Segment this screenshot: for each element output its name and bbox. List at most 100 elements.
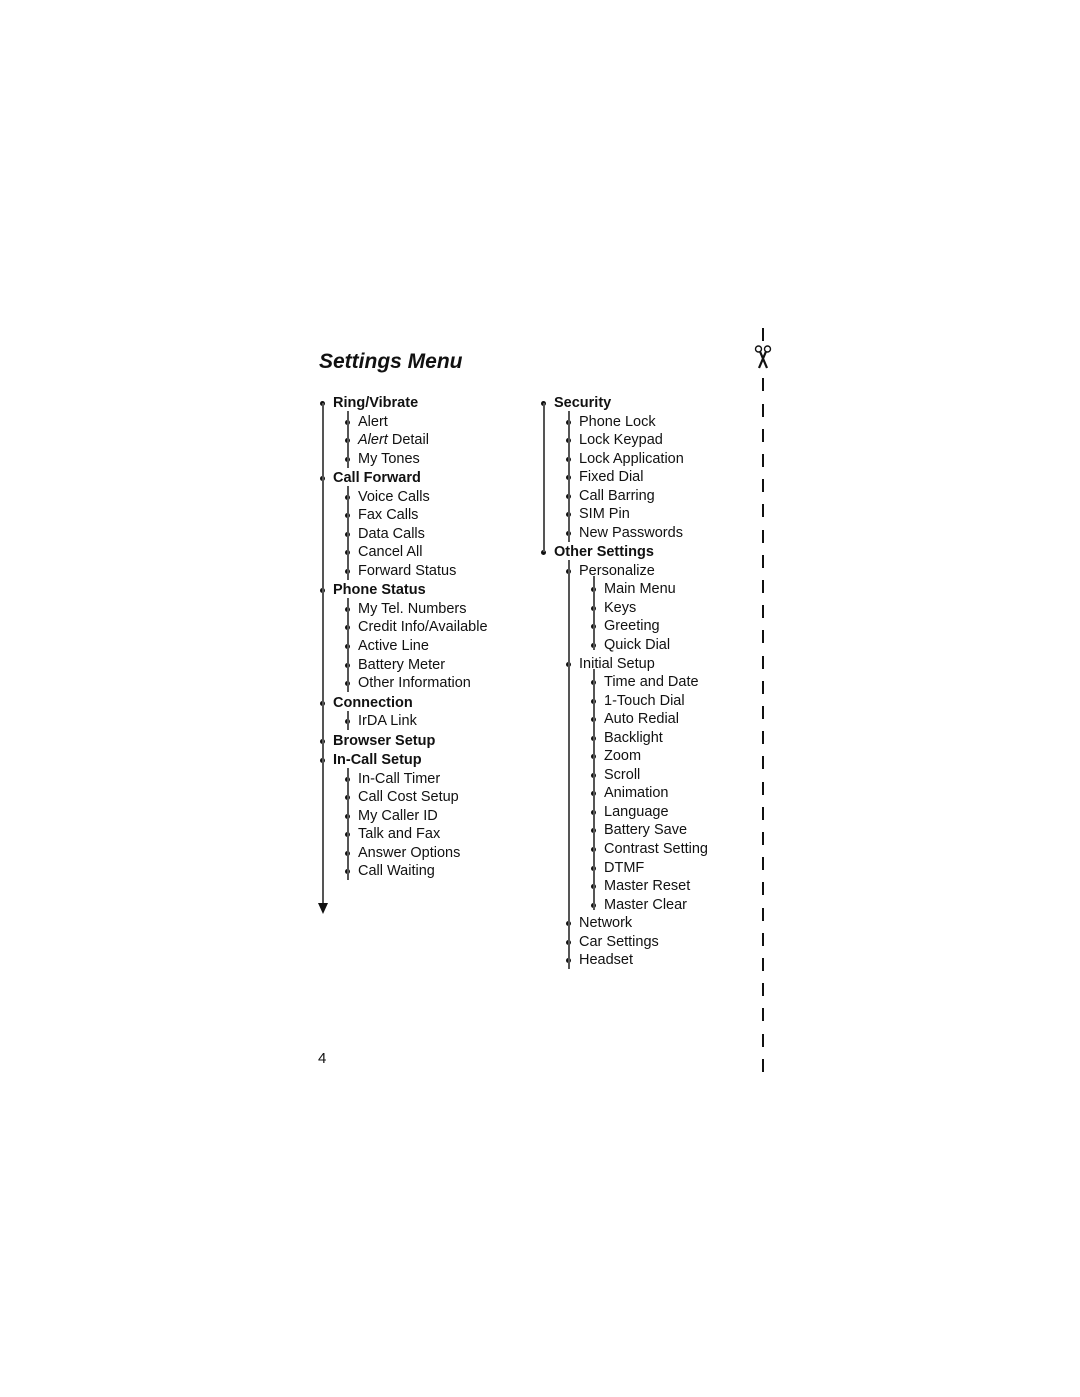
- menu-item-label: Quick Dial: [604, 637, 671, 654]
- menu-item-label: Answer Options: [358, 844, 461, 861]
- right-menu-column: Security Phone Lock Lock Keypad Lock Applic…: [538, 393, 708, 970]
- menu-item-label: DTMF: [604, 859, 645, 876]
- scissors-icon: [754, 345, 772, 369]
- menu-item-label: Lock Keypad: [579, 432, 663, 449]
- menu-connector-line: [568, 411, 570, 542]
- menu-item-label: Ring/Vibrate: [333, 395, 419, 411]
- submenu-item: Master Clear: [538, 896, 708, 915]
- menu-category: Other Settings: [538, 542, 708, 562]
- cut-line-dash: [762, 454, 764, 467]
- submenu-item: Animation: [538, 784, 708, 803]
- menu-item: Lock Keypad: [538, 431, 708, 450]
- menu-item-label: Time and Date: [604, 674, 699, 691]
- menu-item-label: IrDA Link: [358, 713, 417, 730]
- menu-item: My Tel. Numbers: [317, 600, 488, 619]
- menu-item-label: Cancel All: [358, 544, 423, 561]
- menu-item-label: Other Information: [358, 675, 471, 692]
- menu-item-label: Call Cost Setup: [358, 789, 459, 806]
- cut-line-dash: [762, 554, 764, 568]
- menu-item-label: New Passwords: [579, 524, 683, 541]
- menu-category: Security: [538, 393, 708, 413]
- submenu-item: Quick Dial: [538, 636, 708, 655]
- menu-item: Call Barring: [538, 487, 708, 506]
- cut-line-dash: [762, 655, 764, 669]
- menu-item-label: Voice Calls: [358, 488, 430, 505]
- menu-item: Cancel All: [317, 543, 488, 562]
- menu-item-label: Phone Lock: [579, 413, 656, 430]
- menu-tree-left: Ring/Vibrate Alert Alert Detail My Tones Cal…: [317, 393, 488, 914]
- submenu-item: Contrast Setting: [538, 840, 708, 859]
- cut-line-dash: [762, 504, 764, 518]
- menu-item-label: Call Waiting: [358, 863, 435, 880]
- page-title: Settings Menu: [319, 350, 463, 373]
- submenu-item: Battery Save: [538, 821, 708, 840]
- submenu-item: Main Menu: [538, 580, 708, 599]
- menu-category: In-Call Setup: [317, 750, 488, 770]
- menu-item-label-italic: Alert: [358, 432, 388, 449]
- menu-item: Forward Status: [317, 562, 488, 581]
- menu-item: IrDA Link: [317, 712, 488, 731]
- menu-connector-line: [347, 768, 349, 880]
- category-connector-line: [322, 403, 324, 903]
- menu-item-label: Lock Application: [579, 450, 684, 467]
- menu-item: Call Cost Setup: [317, 788, 488, 807]
- cut-line-dash: [762, 1008, 764, 1022]
- cut-line-dash: [762, 907, 764, 921]
- cut-line-dash: [762, 932, 764, 946]
- menu-connector-line: [347, 598, 349, 692]
- cut-line-dash: [762, 630, 764, 644]
- left-menu-column: Ring/Vibrate Alert Alert Detail My Tones Cal…: [317, 393, 488, 914]
- menu-item: Voice Calls: [317, 488, 488, 507]
- submenu-item: 1-Touch Dial: [538, 692, 708, 711]
- submenu-item: Auto Redial: [538, 710, 708, 729]
- menu-item: Data Calls: [317, 525, 488, 544]
- menu-item: Battery Meter: [317, 656, 488, 675]
- menu-item-label: Fixed Dial: [579, 469, 644, 486]
- cut-line-dash: [762, 706, 764, 719]
- cut-line-dash: [762, 731, 764, 745]
- category-connector-line: [543, 403, 545, 552]
- menu-item-label: Personalize: [579, 562, 655, 579]
- page-number: 4: [318, 1050, 327, 1067]
- menu-item-label: Greeting: [604, 618, 660, 635]
- menu-item-label: Initial Setup: [579, 655, 655, 672]
- menu-item-label: Call Forward: [333, 470, 421, 487]
- menu-item: Talk and Fax: [317, 825, 488, 844]
- menu-category: Ring/Vibrate: [317, 393, 488, 413]
- submenu-connector-line: [593, 669, 595, 910]
- cut-line-dash: [762, 781, 764, 795]
- menu-item-label: Contrast Setting: [604, 841, 708, 858]
- menu-item-label: Zoom: [604, 748, 642, 765]
- menu-item: My Caller ID: [317, 807, 488, 826]
- arrow-down-icon: [318, 903, 328, 914]
- menu-item: Network: [538, 914, 708, 933]
- cut-line-dash: [762, 983, 764, 997]
- menu-item-label: Battery Meter: [358, 656, 446, 673]
- menu-item: Credit Info/Available: [317, 618, 488, 637]
- cut-line-dash: [762, 1058, 764, 1072]
- cut-line-dash: [762, 328, 764, 341]
- menu-item-label: Credit Info/Available: [358, 619, 488, 636]
- cut-line-dash: [762, 756, 764, 770]
- menu-item-label: SIM Pin: [579, 506, 630, 523]
- submenu-item: Keys: [538, 599, 708, 618]
- menu-item: Alert Detail: [317, 431, 488, 450]
- menu-item-label: Talk and Fax: [358, 826, 441, 843]
- menu-item: New Passwords: [538, 524, 708, 543]
- menu-item-label: Alert: [358, 413, 388, 430]
- menu-item-label: Browser Setup: [333, 732, 436, 749]
- menu-item: My Tones: [317, 450, 488, 469]
- cut-line-dash: [762, 806, 764, 820]
- cut-line-dash: [762, 605, 764, 619]
- menu-item-label: Main Menu: [604, 581, 676, 598]
- menu-connector-line: [347, 486, 349, 580]
- cut-line-dash: [762, 403, 764, 417]
- menu-item-label: In-Call Setup: [333, 752, 422, 769]
- cut-line-dash: [762, 680, 764, 694]
- cut-line-dash: [762, 529, 764, 543]
- menu-connector-line: [568, 560, 570, 969]
- cut-line-dash: [762, 1033, 764, 1047]
- menu-category: Phone Status: [317, 580, 488, 600]
- menu-item-label: Backlight: [604, 729, 663, 746]
- submenu-item: DTMF: [538, 859, 708, 878]
